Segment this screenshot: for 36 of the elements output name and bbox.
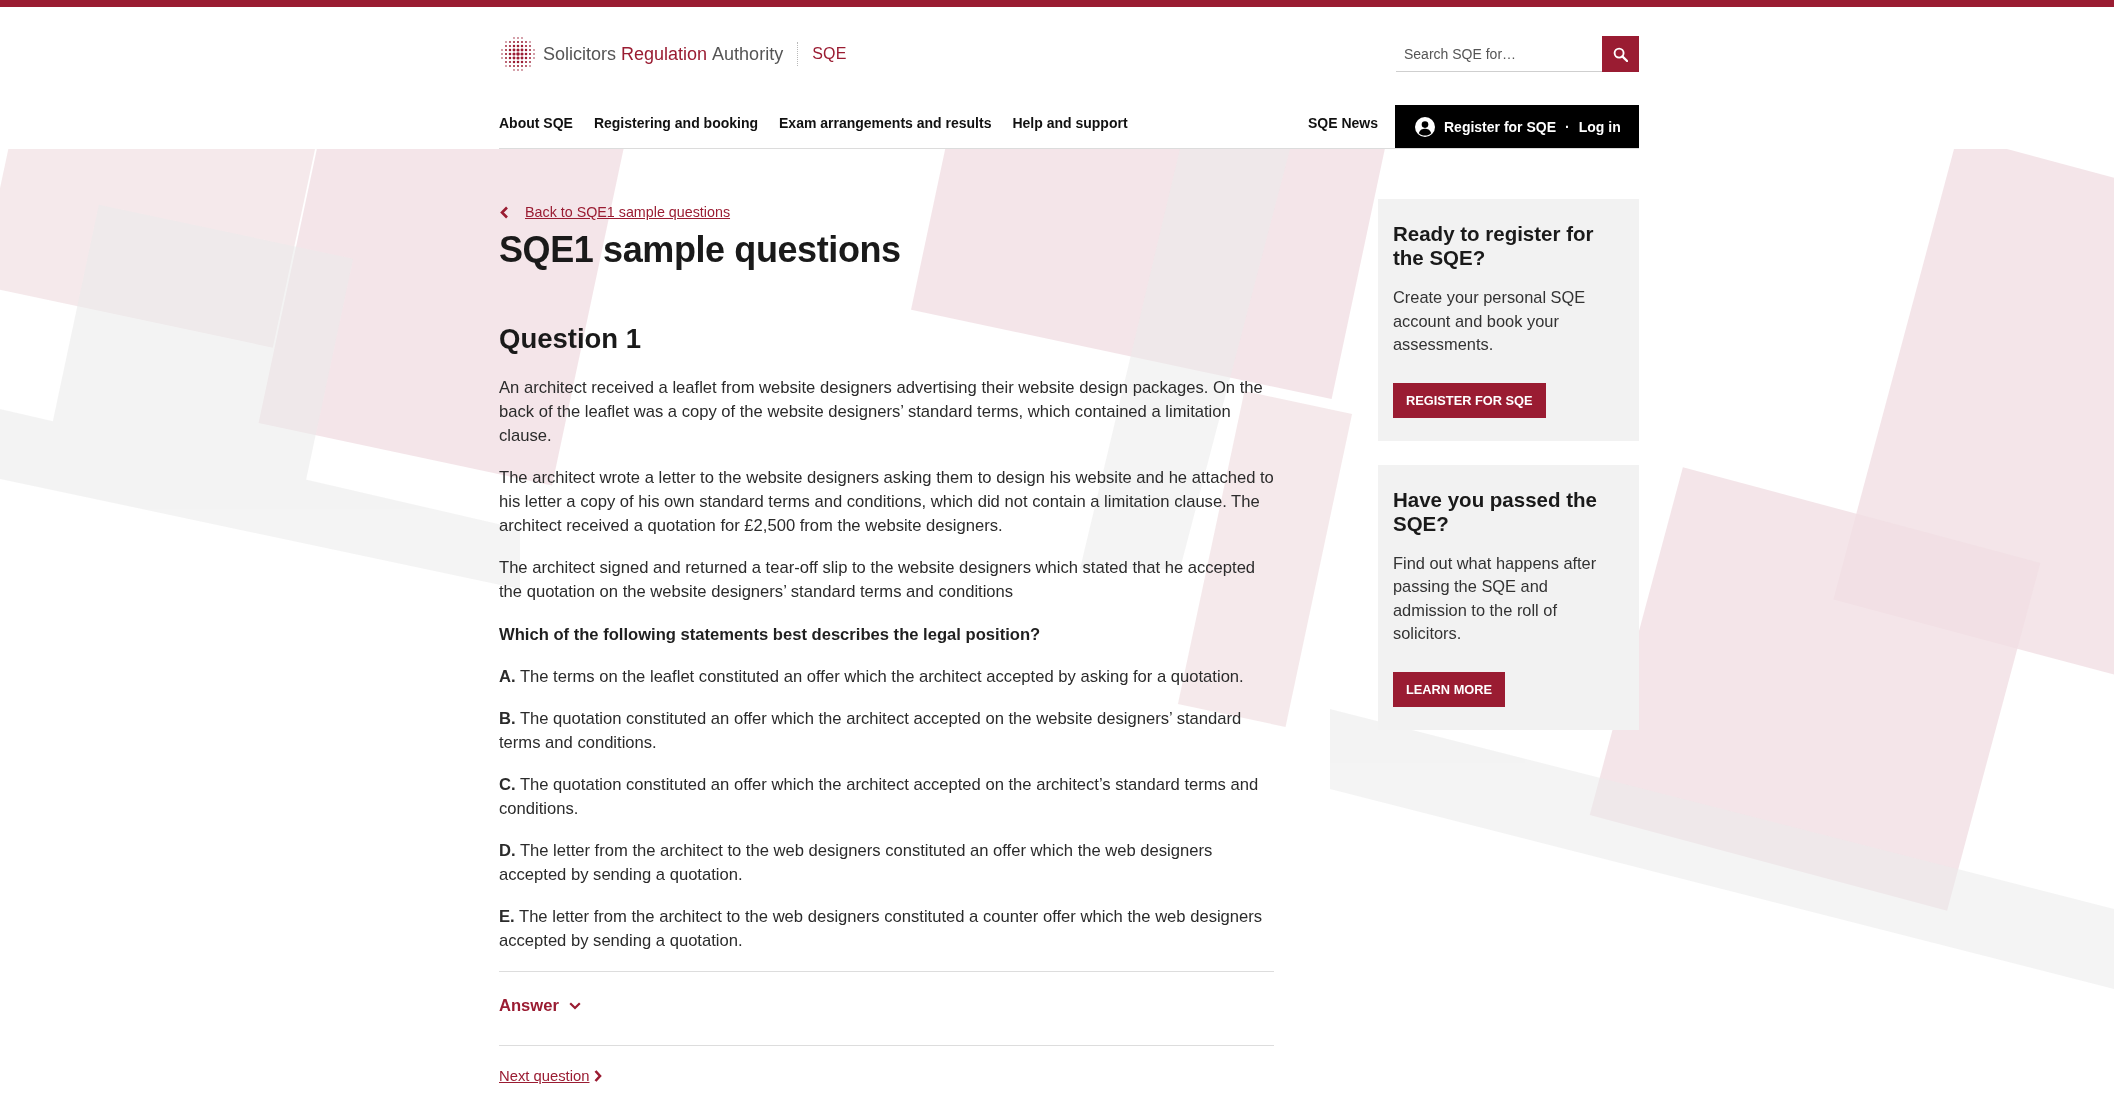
card-text: Find out what happens after passing the SQE and admission to the roll of solicitors. — [1393, 552, 1598, 644]
card-button[interactable]: REGISTER FOR SQE — [1393, 382, 1546, 418]
card-button[interactable]: LEARN MORE — [1393, 671, 1506, 707]
separator-dot: · — [1565, 117, 1570, 136]
logo-text: Solicitors — [543, 43, 617, 65]
page-title: SQE1 sample questions — [499, 227, 902, 272]
user-icon — [1415, 116, 1435, 137]
answer-option: C. The quotation constituted an offer which the architect accepted on the architect’s standard terms and conditions. — [499, 772, 1279, 821]
nav-link[interactable]: About SQE — [499, 114, 573, 132]
chevron-right-icon — [594, 1069, 603, 1082]
logo-text: Authority — [712, 43, 784, 65]
question-paragraph: The architect signed and returned a tear-off slip to the website designers which stated that he accepted the quotation on the website designers’ standard terms and conditions — [499, 556, 1257, 603]
answer-option: E. The letter from the architect to the web designers constituted a counter offer which the web designers accepted by sending a quotation. — [499, 904, 1279, 953]
nav-link[interactable]: Exam arrangements and results — [779, 114, 992, 132]
card-heading: Ready to register for the SQE? — [1393, 222, 1595, 270]
news-link[interactable]: SQE News — [1307, 114, 1378, 132]
question-heading: Question 1 — [499, 321, 643, 356]
section-link[interactable]: SQE — [812, 44, 847, 64]
card-text: Create your personal SQE account and book your assessments. — [1393, 287, 1587, 355]
card-heading: Have you passed the SQE? — [1393, 487, 1598, 536]
search-button[interactable] — [1602, 36, 1639, 72]
nav-link[interactable]: Registering and booking — [593, 114, 758, 132]
answer-toggle[interactable]: Answer — [499, 993, 581, 1018]
logo-icon[interactable] — [499, 35, 537, 73]
nav-link[interactable]: Help and support — [1012, 114, 1128, 132]
question-prompt: Which of the following statements best describes the legal position? — [499, 623, 1042, 646]
logo-text: Regulation — [621, 43, 708, 65]
question-paragraph: The architect wrote a letter to the website designers asking them to design his website and he attached to his letter a copy of his own standard terms and conditions, which did not contain a limitation clause. The architect received a quotation for £2,500 from the website designers. — [499, 466, 1275, 537]
answer-option: A. The terms on the leaflet constituted an offer which the architect accepted by asking for a quotation. — [499, 664, 1279, 689]
next-question-link[interactable]: Next question — [499, 1065, 603, 1086]
answer-option: B. The quotation constituted an offer which the architect accepted on the website designers’ standard terms and conditions. — [499, 706, 1279, 755]
question-paragraph: An architect received a leaflet from website designers advertising their website design packages. On the back of the leaflet was a copy of the website designers’ standard terms, which contained a limitation clause. — [499, 376, 1264, 447]
register-link[interactable]: Register for SQE — [1444, 117, 1557, 136]
answer-option: D. The letter from the architect to the web designers constituted an offer which the web designers accepted by sending a quotation. — [499, 838, 1279, 887]
login-link[interactable]: Log in — [1578, 117, 1621, 136]
search-icon — [1613, 46, 1628, 62]
